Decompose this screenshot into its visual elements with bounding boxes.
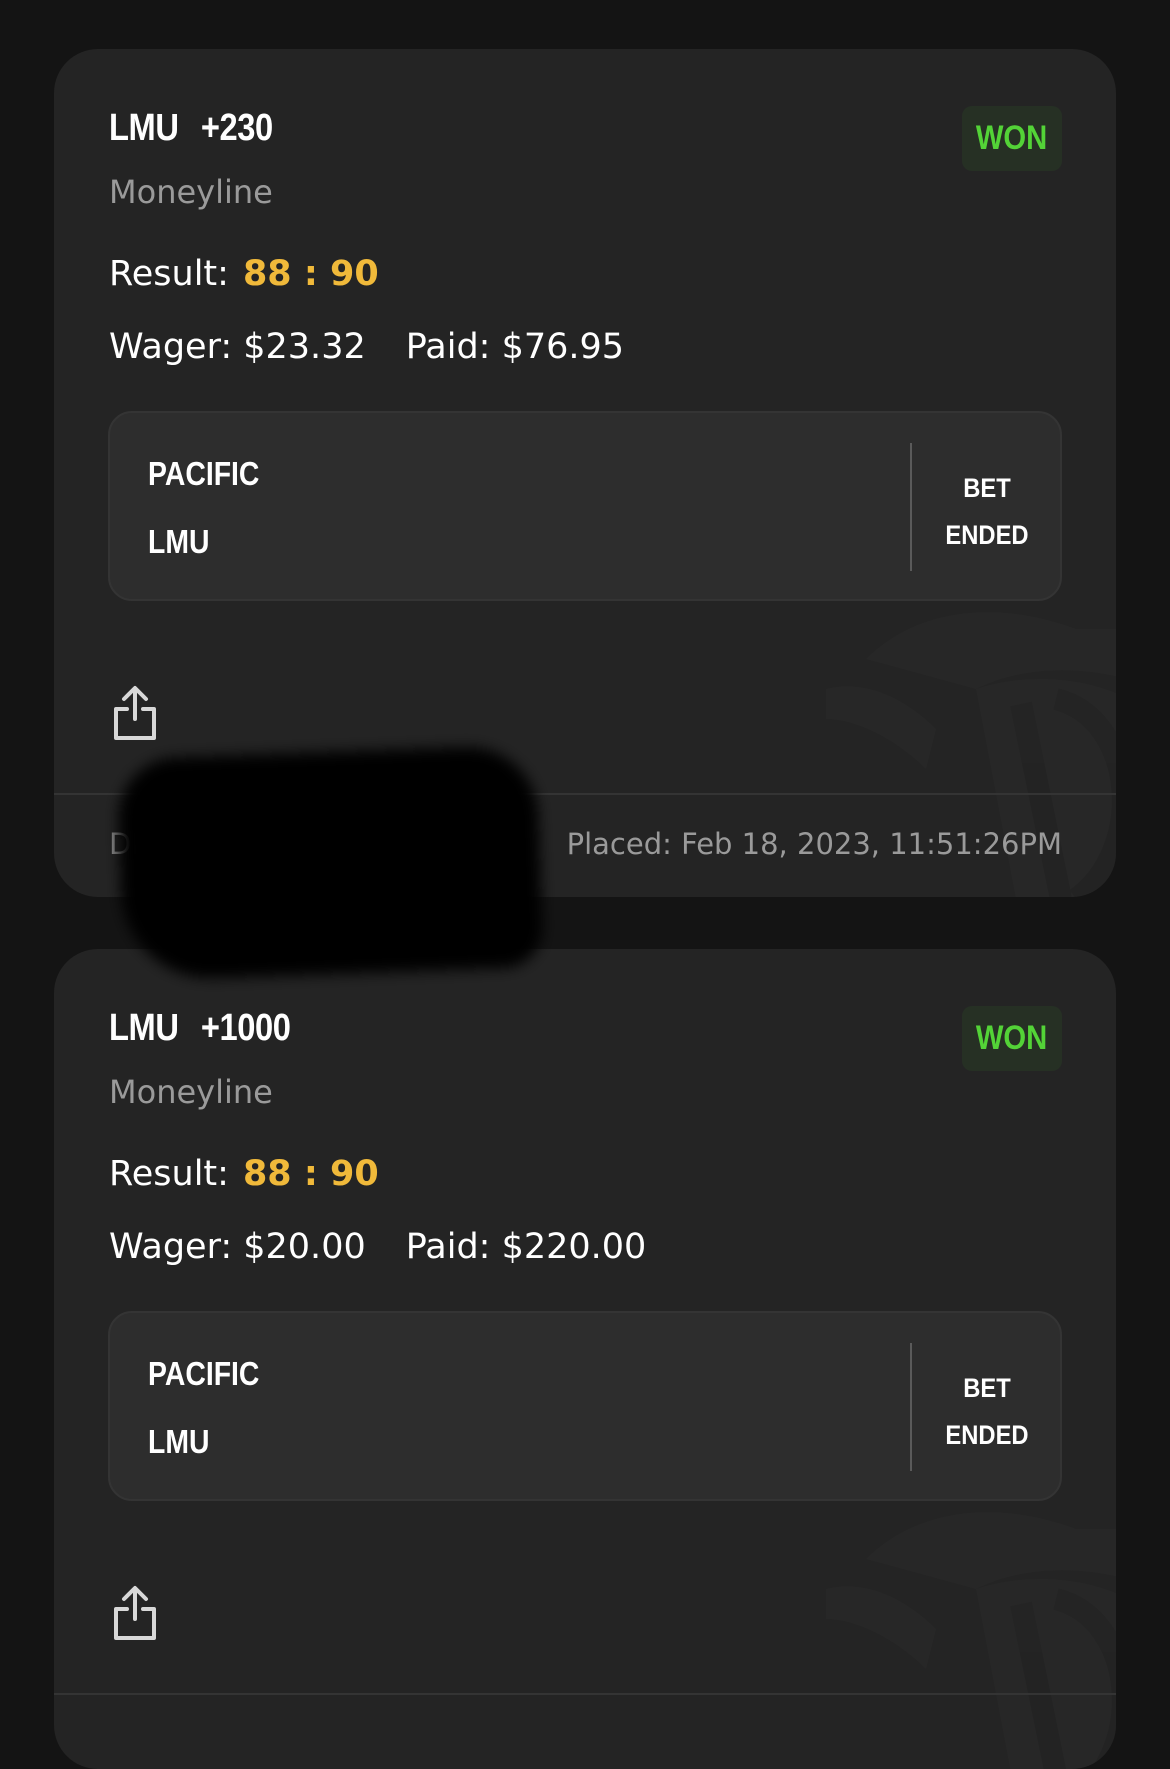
bet-odds: +1000 <box>200 1007 291 1049</box>
paid-amount: Paid: $220.00 <box>405 1227 647 1267</box>
event-divider <box>910 443 912 571</box>
event-team-2: LMU <box>148 1423 210 1460</box>
wager-amount: Wager: $20.00 <box>109 1227 366 1267</box>
event-team-1: PACIFIC <box>148 1355 260 1392</box>
bet-odds: +230 <box>200 107 273 149</box>
result-row: Result: 88 : 90 <box>109 1154 379 1194</box>
result-label: Result: <box>109 254 229 294</box>
result-score: 88 : 90 <box>242 1154 379 1194</box>
wager-paid-row: Wager: $20.00 Paid: $220.00 <box>109 1227 646 1267</box>
card-divider <box>54 1693 1116 1695</box>
bet-title: LMU +230 <box>109 107 273 150</box>
event-status-line-1: BET <box>963 1373 1011 1403</box>
status-badge-label: WON <box>976 1019 1048 1057</box>
event-status-line-2: ENDED <box>945 1420 1029 1450</box>
share-icon[interactable] <box>112 1585 158 1641</box>
result-row: Result: 88 : 90 <box>109 254 379 294</box>
placed-timestamp: Placed: Feb 18, 2023, 11:51:26PM <box>566 827 1062 861</box>
result-label: Result: <box>109 1154 229 1194</box>
bet-team: LMU <box>109 1007 179 1049</box>
event-status-line-2: ENDED <box>945 520 1029 550</box>
event-status: BET ENDED <box>921 1365 1053 1459</box>
draftkings-crown-watermark-icon <box>826 1512 1116 1769</box>
event-summary[interactable]: PACIFIC LMU BET ENDED <box>108 1311 1062 1501</box>
event-status-line-1: BET <box>963 473 1011 503</box>
event-team-2: LMU <box>148 523 210 560</box>
won-status-badge: WON <box>962 106 1062 171</box>
won-status-badge: WON <box>962 1006 1062 1071</box>
paid-amount: Paid: $76.95 <box>405 327 625 367</box>
bet-card[interactable]: LMU +1000 Moneyline WON Result: 88 : 90 W… <box>54 949 1116 1769</box>
result-score: 88 : 90 <box>242 254 379 294</box>
bet-team: LMU <box>109 107 179 149</box>
wager-paid-row: Wager: $23.32 Paid: $76.95 <box>109 327 624 367</box>
status-badge-label: WON <box>976 119 1048 157</box>
share-icon[interactable] <box>112 685 158 741</box>
event-divider <box>910 1343 912 1471</box>
bet-market: Moneyline <box>109 173 273 211</box>
wager-amount: Wager: $23.32 <box>109 327 366 367</box>
event-status: BET ENDED <box>921 465 1053 559</box>
bet-title: LMU +1000 <box>109 1007 291 1050</box>
bet-market: Moneyline <box>109 1073 273 1111</box>
event-team-1: PACIFIC <box>148 455 260 492</box>
redaction-mark <box>116 744 544 982</box>
event-summary[interactable]: PACIFIC LMU BET ENDED <box>108 411 1062 601</box>
